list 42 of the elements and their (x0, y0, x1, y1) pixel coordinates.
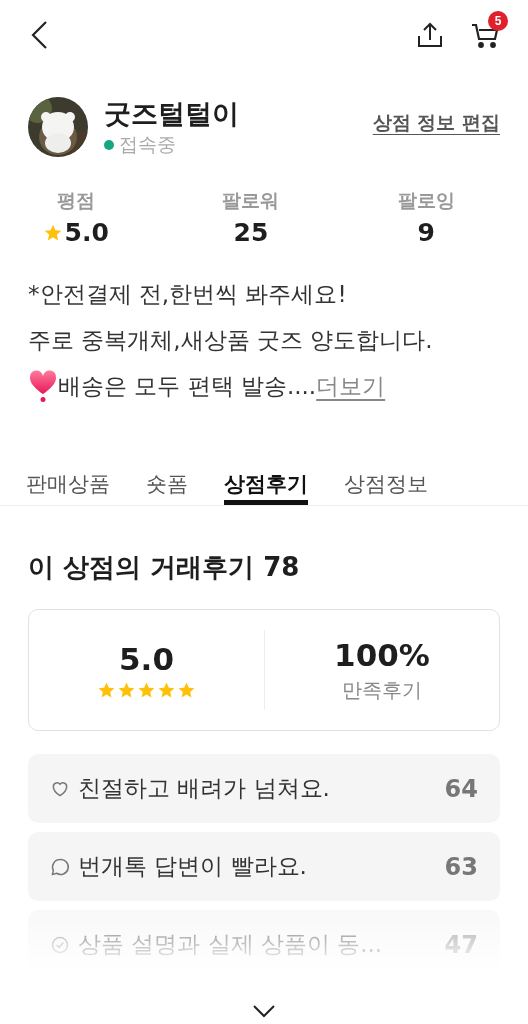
review-tag-text: 번개톡 답변이 빨라요. (78, 852, 308, 881)
back-icon (30, 20, 48, 50)
share-button[interactable] (416, 21, 444, 49)
review-tag-text: 친절하고 배려가 넘쳐요. (78, 774, 331, 803)
share-icon (416, 21, 444, 49)
stat-label: 팔로잉 (397, 188, 455, 213)
tab[interactable]: 판매상품 (26, 470, 110, 505)
heart-exclamation-icon (28, 369, 58, 403)
chevron-down-icon (252, 1004, 276, 1018)
bio-text: *안전결제 전,한번씩 봐주세요! (28, 280, 348, 309)
shop-name: 굿즈털털이 (104, 97, 240, 131)
edit-shop-link[interactable]: 상점 정보 편집 (372, 110, 500, 136)
stat-value: 9 (417, 218, 435, 247)
tab[interactable]: 상점정보 (344, 470, 428, 505)
review-tag-text: 상품 설명과 실제 상품이 동... (78, 930, 384, 959)
stat-value: 5.0 (64, 218, 109, 247)
stat-label: 평점 (56, 188, 95, 213)
bio-text: 주로 중복개체,새상품 굿즈 양도합니다. (28, 326, 434, 355)
check-circle-icon (50, 934, 70, 955)
cart-button[interactable]: 5 (470, 11, 508, 49)
back-button[interactable] (30, 20, 48, 50)
review-tag-count: 64 (444, 774, 478, 803)
review-tag-count: 63 (444, 852, 478, 881)
star-icon (97, 680, 116, 700)
star-icon (117, 680, 136, 700)
reviews-title: 이 상점의 거래후기 78 (28, 551, 301, 584)
star-icon (137, 680, 156, 700)
online-status: 접속중 (119, 132, 176, 157)
expand-button[interactable] (252, 1004, 276, 1018)
satisfaction-percent: 100% (334, 636, 430, 673)
bio-text: 배송은 모두 편택 발송.... (58, 372, 317, 401)
stat-value: 25 (233, 218, 269, 247)
more-link[interactable]: 더보기 (316, 363, 386, 409)
star-icon (177, 680, 196, 700)
average-score: 5.0 (119, 640, 174, 677)
satisfaction-label: 만족후기 (342, 676, 422, 704)
star-icon (157, 680, 176, 700)
cart-count-badge: 5 (488, 11, 508, 31)
tab[interactable]: 숏폼 (146, 470, 188, 505)
tab[interactable]: 상점후기 (224, 470, 308, 505)
stat-label: 팔로워 (222, 188, 280, 213)
chat-bubble-icon (50, 856, 70, 877)
